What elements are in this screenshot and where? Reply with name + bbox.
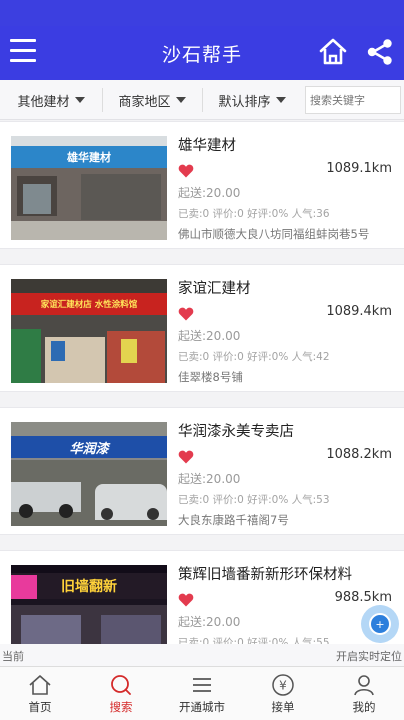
share-icon[interactable]	[366, 37, 394, 67]
category-filter[interactable]: 其他建材	[0, 80, 102, 120]
heart-icon[interactable]	[178, 164, 194, 178]
caret-down-icon	[275, 97, 286, 103]
tab-label: 首页	[28, 700, 52, 714]
shop-name: 华润漆永美专卖店	[178, 424, 294, 440]
svg-text:¥: ¥	[279, 679, 287, 693]
location-target-icon[interactable]: +	[361, 605, 399, 643]
app-header: 沙石帮手	[0, 26, 404, 80]
shop-card[interactable]: 华润漆 华润漆永美专卖店 1088.2km 起送:20.00 已卖:0 评价:0…	[0, 407, 404, 535]
min-order: 起送:20.00	[178, 186, 241, 200]
location-bar: 当前 开启实时定位	[0, 644, 404, 666]
tab-label: 开通城市	[179, 700, 225, 714]
min-order: 起送:20.00	[178, 615, 241, 629]
shop-stats: 已卖:0 评价:0 好评:0% 人气:53	[178, 494, 330, 506]
region-filter-label: 商家地区	[118, 94, 171, 110]
shop-photo: 雄华建材	[11, 136, 167, 240]
category-filter-label: 其他建材	[17, 94, 70, 110]
heart-icon[interactable]	[178, 450, 194, 464]
current-location-label: 当前	[2, 650, 24, 663]
shop-photo: 家谊汇建材店 水性涂料馆	[11, 279, 167, 383]
list-icon	[193, 678, 211, 692]
bottom-tab-bar: 首页 搜索 开通城市 ¥ 接单 我的	[0, 666, 404, 720]
distance: 1089.4km	[326, 304, 392, 319]
caret-down-icon	[175, 97, 186, 103]
heart-icon[interactable]	[178, 307, 194, 321]
enable-location-link[interactable]: 开启实时定位	[336, 648, 402, 664]
filter-bar: 其他建材 商家地区 默认排序	[0, 80, 404, 120]
heart-icon[interactable]	[178, 593, 194, 607]
distance: 988.5km	[334, 590, 392, 605]
search-input[interactable]	[305, 86, 401, 114]
shop-photo: 华润漆	[11, 422, 167, 526]
shop-card[interactable]: 雄华建材 雄华建材 1089.1km 起送:20.00 已卖:0 评价:0 好评…	[0, 121, 404, 249]
caret-down-icon	[74, 97, 85, 103]
shop-address: 佳翠楼8号铺	[178, 370, 243, 384]
shop-name: 家谊汇建材	[178, 281, 251, 297]
shop-card[interactable]: 家谊汇建材店 水性涂料馆 家谊汇建材 1089.4km 起送:20.00 已卖:…	[0, 264, 404, 392]
tab-label: 接单	[271, 700, 295, 714]
tab-orders[interactable]: ¥ 接单	[243, 667, 323, 720]
tab-search[interactable]: 搜索	[81, 667, 161, 720]
home-icon[interactable]	[318, 37, 348, 67]
shop-stats: 已卖:0 评价:0 好评:0% 人气:42	[178, 351, 330, 363]
shop-sign: 家谊汇建材店 水性涂料馆	[11, 293, 167, 315]
home-icon	[29, 675, 51, 695]
sort-filter[interactable]: 默认排序	[202, 80, 302, 120]
shop-name: 策辉旧墙番新新形环保材料	[178, 567, 352, 583]
tab-home[interactable]: 首页	[0, 667, 80, 720]
search-icon	[111, 675, 131, 695]
distance: 1089.1km	[326, 161, 392, 176]
shop-stats: 已卖:0 评价:0 好评:0% 人气:36	[178, 208, 330, 220]
distance: 1088.2km	[326, 447, 392, 462]
sort-filter-label: 默认排序	[218, 94, 271, 110]
tab-label: 我的	[352, 700, 376, 714]
shop-name: 雄华建材	[178, 138, 236, 154]
region-filter[interactable]: 商家地区	[102, 80, 202, 120]
shop-address: 大良东康路千禧阁7号	[178, 513, 289, 527]
shop-sign: 华润漆	[11, 436, 167, 458]
tab-cities[interactable]: 开通城市	[162, 667, 242, 720]
tab-profile[interactable]: 我的	[324, 667, 404, 720]
yen-icon: ¥	[272, 674, 294, 696]
min-order: 起送:20.00	[178, 329, 241, 343]
status-bar	[0, 0, 404, 26]
tab-label: 搜索	[109, 700, 133, 714]
user-icon	[354, 675, 374, 696]
min-order: 起送:20.00	[178, 472, 241, 486]
shop-address: 佛山市顺德大良八坊同福组蚌岗巷5号	[178, 227, 370, 241]
shop-sign: 雄华建材	[11, 146, 167, 168]
